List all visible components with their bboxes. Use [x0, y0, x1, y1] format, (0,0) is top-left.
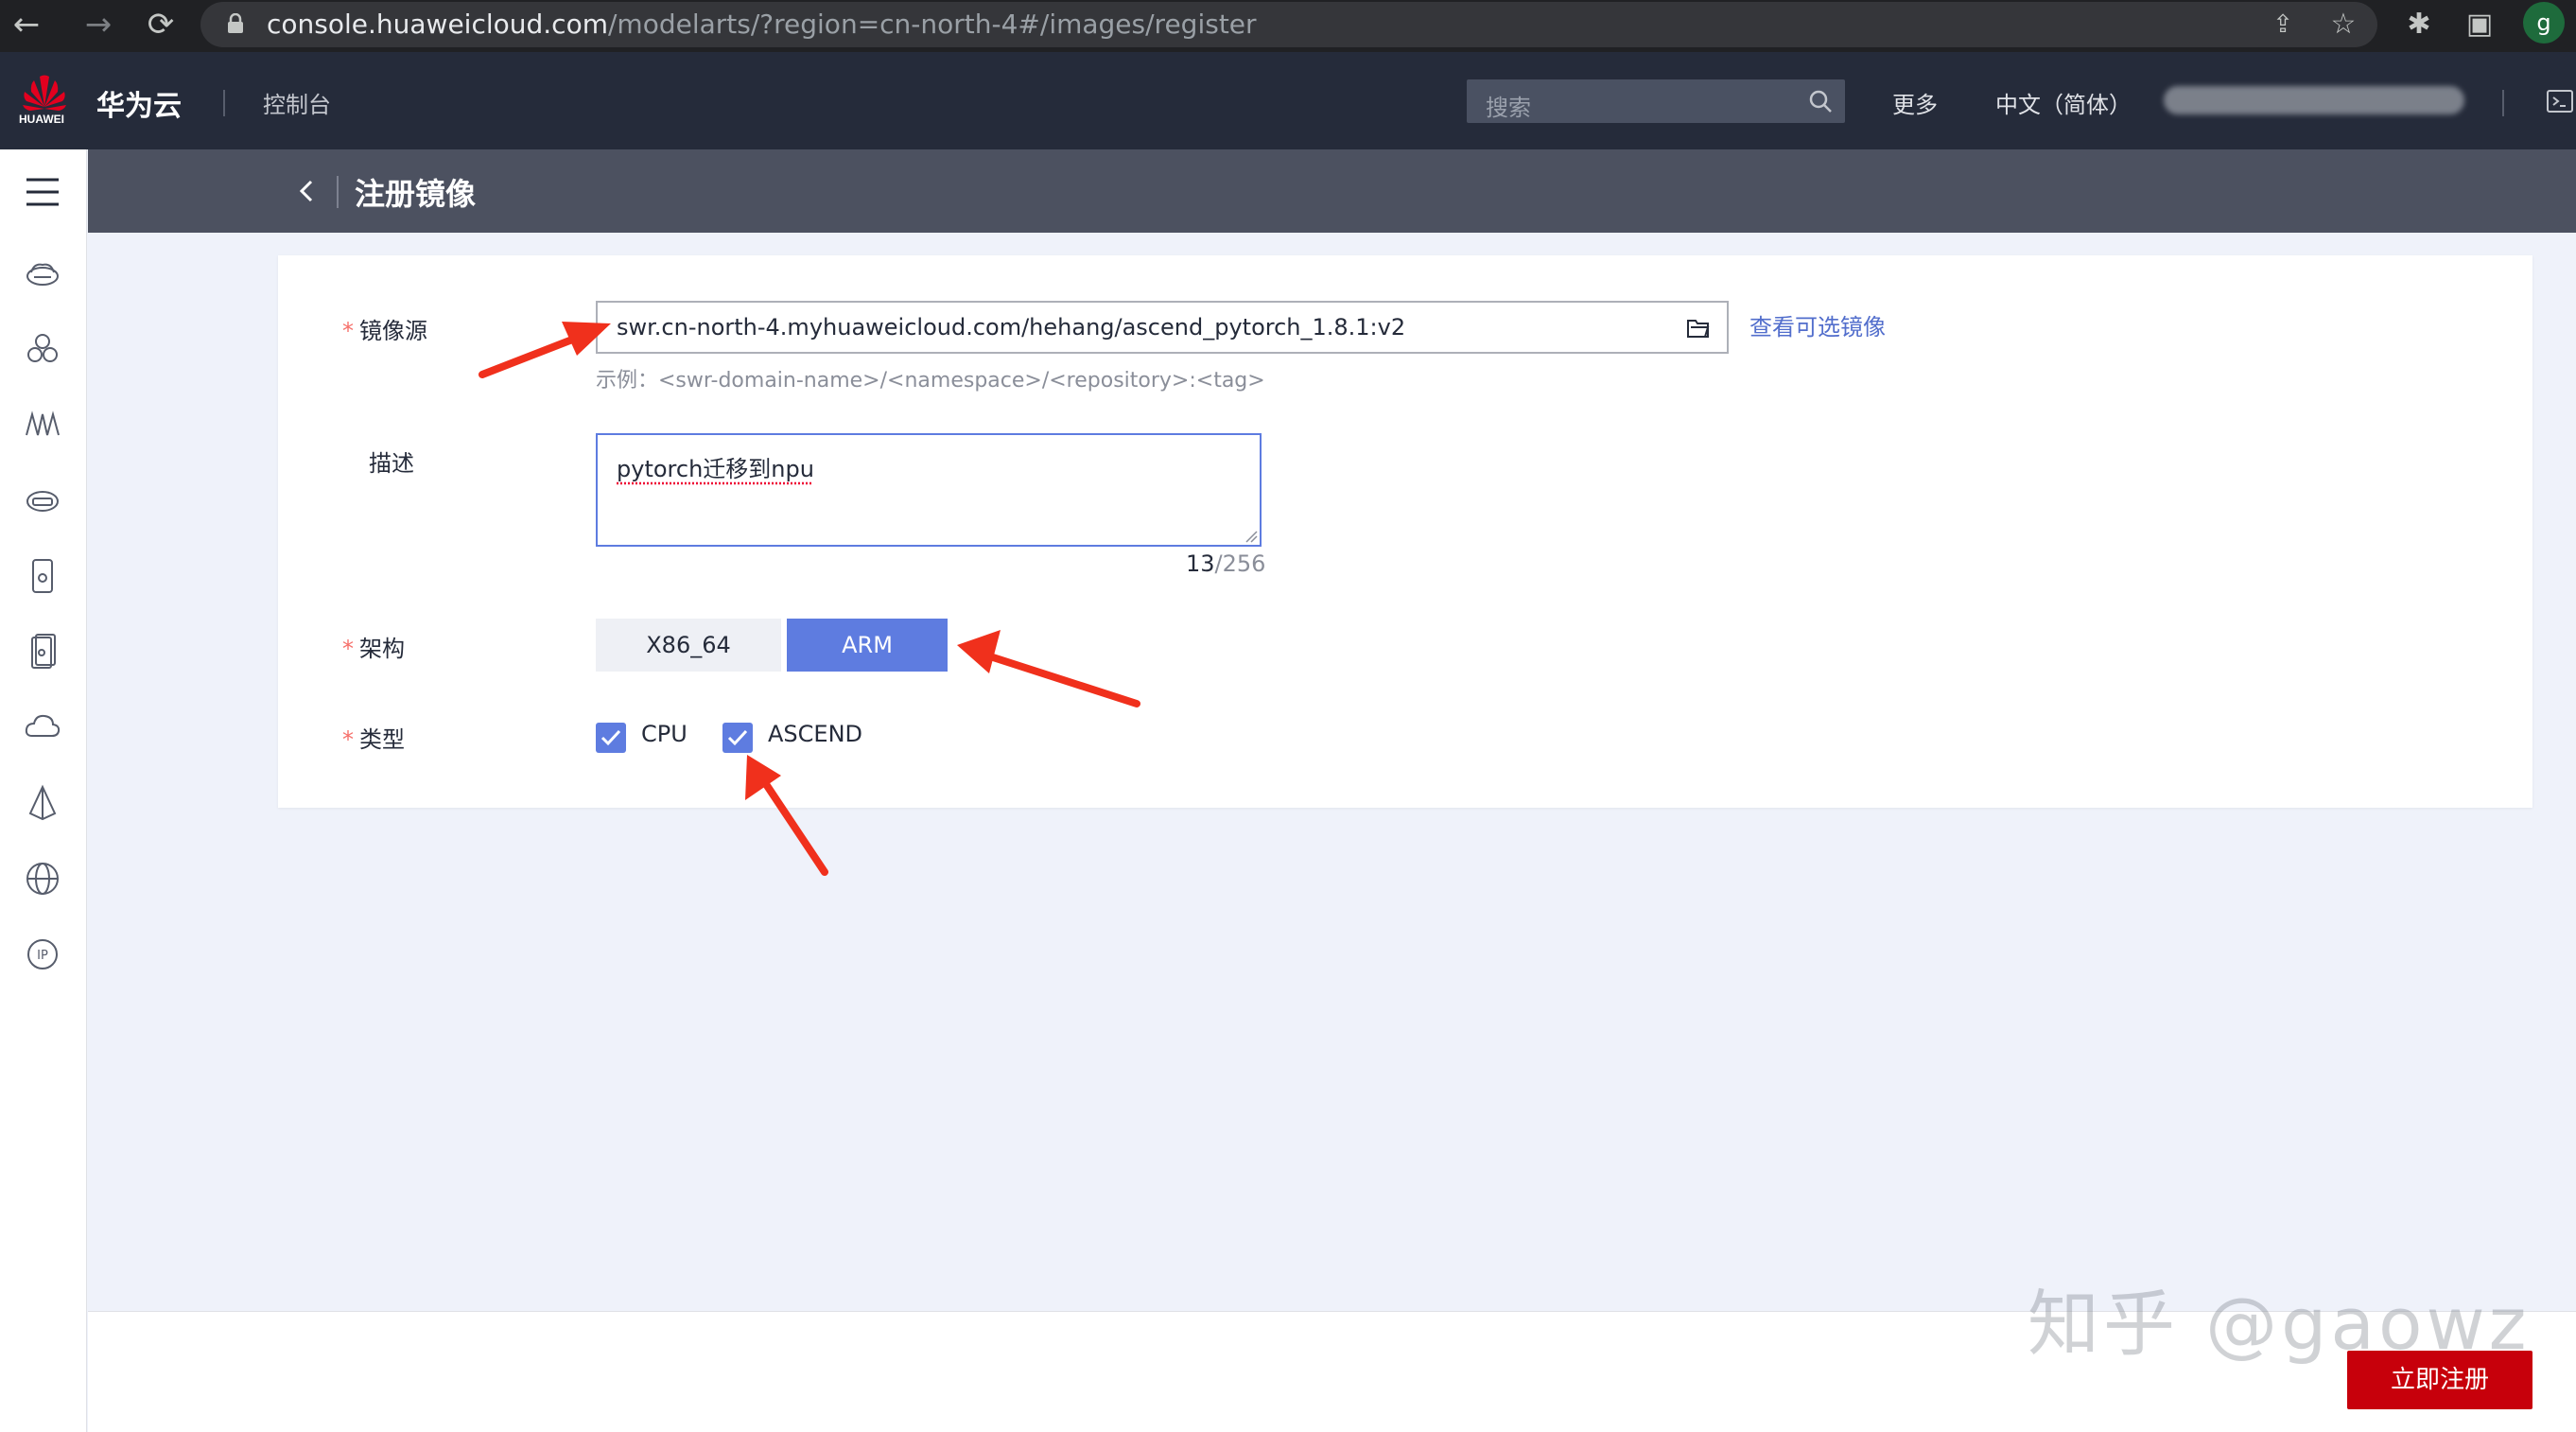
- back-chevron-icon[interactable]: [292, 174, 321, 208]
- hamburger-menu-icon[interactable]: [23, 172, 62, 212]
- page-header: 注册镜像: [88, 149, 2576, 233]
- browser-toolbar: ← → ⟳ console.huaweicloud.com/modelarts/…: [0, 0, 2576, 52]
- architecture-label: * 架构: [342, 630, 405, 663]
- checkmark-icon: [600, 729, 621, 746]
- side-panel-icon[interactable]: ▣: [2459, 4, 2500, 45]
- user-account-blurred[interactable]: [2164, 86, 2464, 114]
- pyramid-icon[interactable]: [23, 783, 62, 823]
- description-textarea[interactable]: pytorch迁移到npu: [596, 433, 1262, 547]
- architecture-label-text: 架构: [359, 636, 405, 662]
- logo-wordmark: HUAWEI: [19, 113, 64, 126]
- service-sidebar: IP: [0, 149, 87, 1432]
- image-source-input[interactable]: swr.cn-north-4.myhuaweicloud.com/hehang/…: [596, 301, 1729, 354]
- globe-icon[interactable]: [23, 859, 62, 899]
- url-text: console.huaweicloud.com/modelarts/?regio…: [267, 8, 1257, 42]
- profile-avatar[interactable]: g: [2523, 2, 2565, 44]
- waveform-icon[interactable]: [23, 405, 62, 445]
- brand-name[interactable]: 华为云: [96, 82, 182, 124]
- terminal-icon[interactable]: [2546, 88, 2574, 114]
- lock-icon: [228, 13, 243, 33]
- search-icon[interactable]: [1807, 88, 1834, 114]
- page-title: 注册镜像: [355, 176, 477, 212]
- required-mark: *: [342, 318, 354, 344]
- device-icon[interactable]: [23, 556, 62, 596]
- image-source-value: swr.cn-north-4.myhuaweicloud.com/hehang/…: [617, 314, 1406, 341]
- view-available-images-link[interactable]: 查看可选镜像: [1749, 308, 1886, 341]
- type-label: * 类型: [342, 721, 405, 754]
- top-navigation: HUAWEI 华为云 控制台 搜索 更多 中文（简体）: [0, 52, 2576, 149]
- back-arrow-icon[interactable]: ←: [6, 4, 47, 45]
- description-value: pytorch迁移到npu: [617, 456, 814, 482]
- cpu-checkbox[interactable]: [596, 723, 626, 753]
- resize-grip-icon[interactable]: [1244, 530, 1258, 543]
- register-image-form: * 镜像源 swr.cn-north-4.myhuaweicloud.com/he…: [278, 255, 2532, 808]
- arch-option-arm-selected[interactable]: ARM: [787, 619, 948, 672]
- search-input[interactable]: 搜索: [1467, 79, 1845, 123]
- console-link[interactable]: 控制台: [263, 86, 331, 119]
- folder-open-icon[interactable]: [1685, 316, 1712, 341]
- source-format-hint: 示例：<swr-domain-name>/<namespace>/<reposi…: [596, 369, 1265, 393]
- more-menu[interactable]: 更多: [1892, 86, 1938, 119]
- storage-cloud-icon[interactable]: [23, 480, 62, 520]
- url-path: /modelarts/?region=cn-north-4#/images/re…: [607, 9, 1257, 40]
- checkmark-icon: [727, 729, 748, 746]
- share-icon[interactable]: ⇪: [2262, 4, 2304, 45]
- cluster-icon[interactable]: [23, 329, 62, 369]
- cloud-server-icon[interactable]: [23, 253, 62, 293]
- address-bar[interactable]: console.huaweicloud.com/modelarts/?regio…: [200, 2, 2377, 47]
- svg-text:IP: IP: [37, 949, 48, 963]
- language-selector[interactable]: 中文（简体）: [1995, 86, 2132, 119]
- storage-device-icon[interactable]: [23, 632, 62, 672]
- description-label: 描述: [369, 450, 414, 477]
- nav-divider: [223, 90, 225, 116]
- url-host: console.huaweicloud.com: [267, 9, 608, 40]
- char-count: 13: [1186, 550, 1215, 577]
- char-counter: 13/256: [1186, 550, 1265, 577]
- cpu-checkbox-label[interactable]: CPU: [641, 721, 688, 747]
- register-now-button[interactable]: 立即注册: [2347, 1351, 2532, 1409]
- forward-arrow-icon[interactable]: →: [78, 4, 119, 45]
- nav-divider: [2502, 90, 2504, 116]
- extensions-icon[interactable]: ✱: [2398, 4, 2440, 45]
- ip-address-icon[interactable]: IP: [23, 934, 62, 974]
- reload-icon[interactable]: ⟳: [140, 4, 182, 45]
- search-placeholder: 搜索: [1486, 95, 1531, 121]
- source-label: * 镜像源: [342, 312, 427, 345]
- ascend-checkbox[interactable]: [722, 723, 753, 753]
- header-divider: [337, 176, 339, 208]
- cloud-icon[interactable]: [23, 707, 62, 747]
- required-mark: *: [342, 636, 354, 662]
- type-label-text: 类型: [359, 726, 405, 753]
- source-label-text: 镜像源: [359, 318, 427, 344]
- char-max: /256: [1214, 550, 1266, 577]
- bookmark-star-icon[interactable]: ☆: [2323, 4, 2364, 45]
- required-mark: *: [342, 726, 354, 753]
- arch-option-x86[interactable]: X86_64: [596, 619, 781, 672]
- ascend-checkbox-label[interactable]: ASCEND: [768, 721, 862, 747]
